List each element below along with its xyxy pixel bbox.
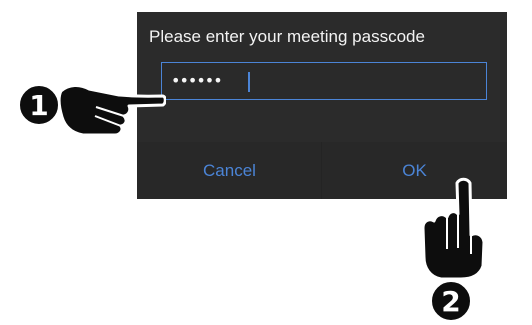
cancel-button[interactable]: Cancel — [137, 142, 322, 199]
dialog-title: Please enter your meeting passcode — [149, 27, 425, 46]
step-1-callout: 1 — [18, 84, 60, 126]
passcode-dialog: Please enter your meeting passcode •••••… — [137, 12, 507, 199]
step-2-callout: 2 — [430, 280, 472, 322]
pointing-hand-icon — [58, 84, 166, 137]
text-cursor — [248, 72, 250, 92]
tapping-hand-icon — [421, 177, 486, 280]
tutorial-screen: Please enter your meeting passcode •••••… — [0, 0, 532, 325]
passcode-input[interactable]: •••••• — [161, 62, 487, 100]
passcode-masked-value: •••••• — [171, 71, 223, 90]
